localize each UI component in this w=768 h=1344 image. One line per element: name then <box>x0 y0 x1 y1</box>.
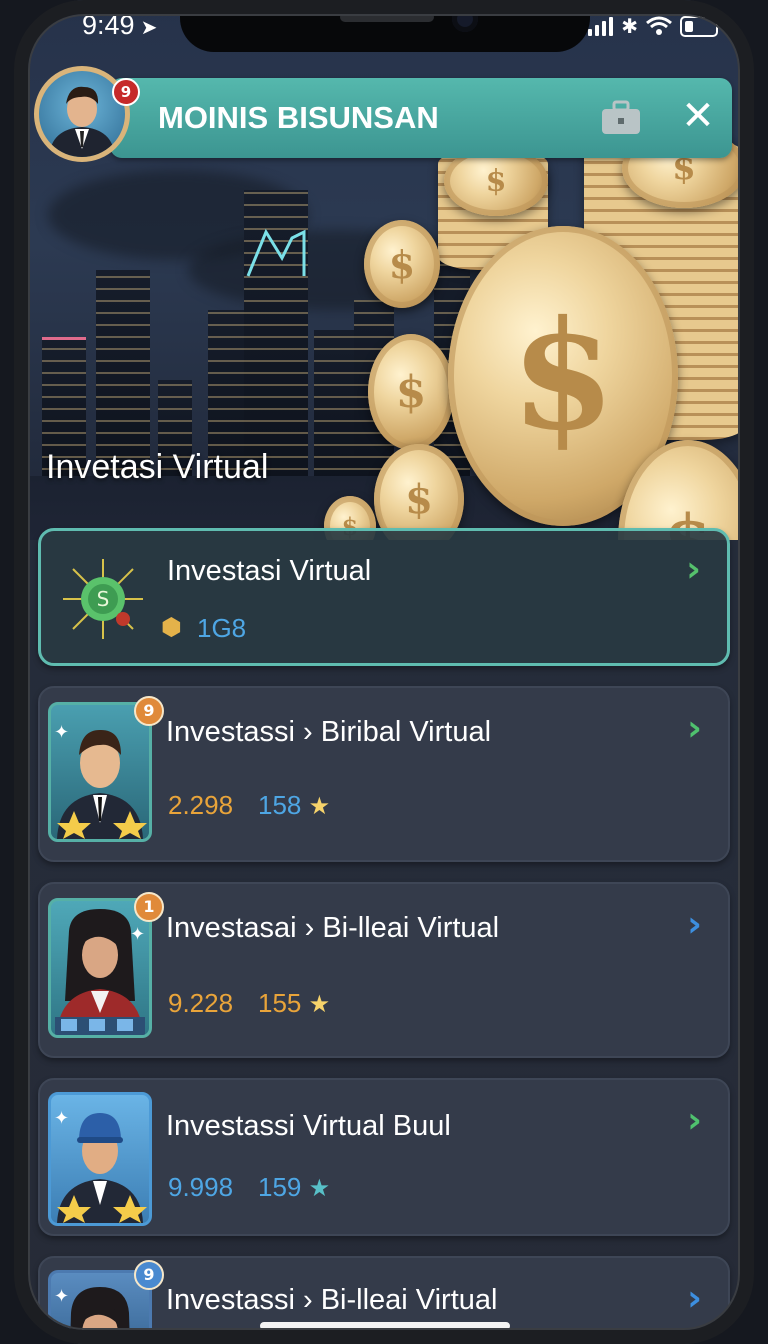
front-camera <box>452 6 478 32</box>
businesswoman-avatar-image <box>55 909 145 1035</box>
list-item[interactable]: ✦ Investassi Virtual Buul 9.998 159 ★ › <box>38 1078 730 1236</box>
avatar-badge: 9 <box>112 78 140 106</box>
star-icon: ★ <box>308 1175 331 1202</box>
sparkle-icon: ✦ <box>54 1108 70 1129</box>
investment-target-icon: S <box>63 559 143 639</box>
item-value-secondary-text: 158 <box>258 790 302 820</box>
star-icon: ★ <box>308 793 331 820</box>
item-title: Investassi Virtual Buul <box>166 1110 451 1142</box>
star-icon: ★ <box>308 991 331 1018</box>
list-item[interactable]: 9 ✦ Investassi › Bi-lleai Virtual › <box>38 1256 730 1344</box>
svg-text:S: S <box>97 587 110 611</box>
businesswoman-avatar-image <box>70 1287 130 1344</box>
item-value-secondary-text: 155 <box>258 988 302 1018</box>
sparkle-icon: ✦ <box>54 1286 70 1307</box>
item-title: Investasai › Bi-lleai Virtual <box>166 912 500 944</box>
phone-frame: $ $ $ $ $ $ $ $ Invetasi Virtual 9:49 ➤ ✱ <box>0 0 768 1344</box>
tower-crown <box>246 228 306 277</box>
item-value-secondary: 158 ★ <box>258 790 330 821</box>
battery-icon <box>680 15 718 37</box>
item-value-secondary-text: 159 <box>258 1172 302 1202</box>
header-bar: MOINIS BISUNSAN ✕ <box>110 78 732 158</box>
signal-icon <box>588 16 614 36</box>
featured-title: Investasi Virtual <box>167 555 372 587</box>
header-title: MOINIS BISUNSAN <box>158 100 439 135</box>
item-title: Investassi › Bi-lleai Virtual <box>166 1284 498 1316</box>
item-value-secondary: 159 ★ <box>258 1172 330 1203</box>
avatar <box>48 898 152 1038</box>
list-item[interactable]: 1 ✦ Investasai › Bi-lleai Virtual 9.228 … <box>38 882 730 1058</box>
businessman-avatar-image <box>49 86 115 157</box>
chevron-right-icon[interactable]: › <box>687 708 702 749</box>
sparkle-icon: ✦ <box>54 722 70 743</box>
hero-title: Invetasi Virtual <box>46 448 269 486</box>
status-time-text: 9:49 <box>82 10 135 40</box>
list-item[interactable]: 9 ✦ Investassi › Biribal Virtual 2.298 1… <box>38 686 730 862</box>
status-bar: 9:49 ➤ ✱ <box>28 0 740 52</box>
item-badge: 1 <box>134 892 164 922</box>
notch <box>180 0 590 52</box>
chevron-right-icon[interactable]: › <box>686 549 701 590</box>
close-icon[interactable]: ✕ <box>676 94 720 138</box>
speaker <box>340 12 434 22</box>
item-value-secondary: 155 ★ <box>258 988 330 1019</box>
briefcase-icon[interactable] <box>600 100 642 136</box>
featured-investment-card[interactable]: S Investasi Virtual ⬢ 1G8 › <box>38 528 730 666</box>
chevron-right-icon[interactable]: › <box>687 1100 702 1141</box>
chevron-right-icon[interactable]: › <box>687 904 702 945</box>
coin-icon: $ <box>368 334 454 450</box>
item-value-primary: 9.998 <box>168 1172 234 1202</box>
avatar[interactable] <box>34 66 130 162</box>
home-indicator[interactable] <box>260 1322 510 1330</box>
chevron-right-icon[interactable]: › <box>687 1278 702 1319</box>
app-screen: $ $ $ $ $ $ $ $ Invetasi Virtual 9:49 ➤ ✱ <box>28 0 740 1344</box>
bluetooth-icon: ✱ <box>621 14 638 38</box>
location-arrow-icon: ➤ <box>140 17 158 39</box>
wifi-icon <box>646 16 672 35</box>
coin-icon: $ <box>364 220 440 308</box>
item-value-primary: 2.298 <box>168 790 234 820</box>
item-value-primary: 9.228 <box>168 988 234 1018</box>
item-title: Investassi › Biribal Virtual <box>166 716 492 748</box>
status-time: 9:49 ➤ <box>82 10 157 41</box>
item-badge: 9 <box>134 1260 164 1290</box>
featured-value: 1G8 <box>197 613 247 643</box>
status-icons: ✱ <box>588 14 718 38</box>
coin-icon: ⬢ <box>161 613 182 641</box>
sparkle-icon: ✦ <box>130 924 146 945</box>
item-badge: 9 <box>134 696 164 726</box>
building <box>314 330 358 480</box>
